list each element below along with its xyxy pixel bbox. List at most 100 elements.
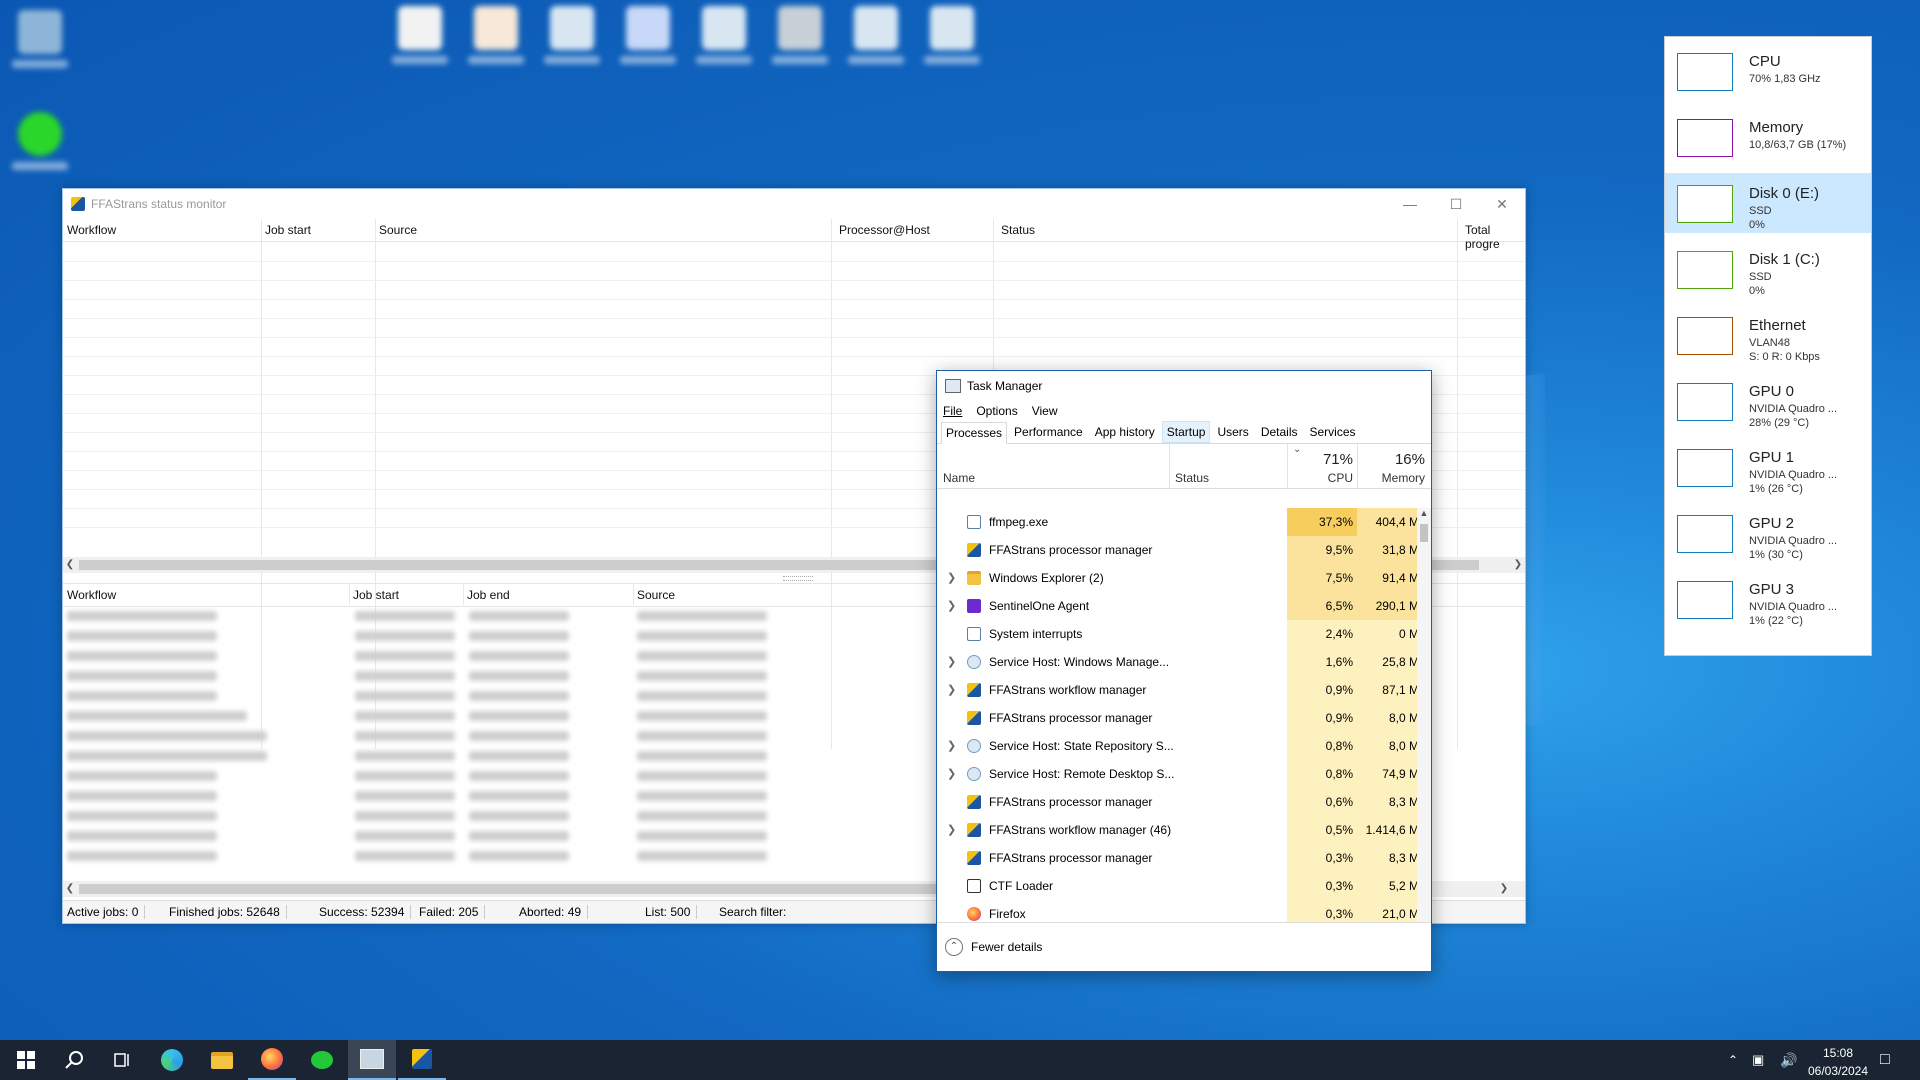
expand-chevron-icon[interactable]: ❯ [947, 683, 956, 696]
close-icon[interactable]: ✕ [1479, 196, 1525, 213]
process-row[interactable]: ffmpeg.exe 37,3% 404,4 MB [937, 508, 1431, 536]
ffastrans-titlebar[interactable]: FFAStrans status monitor — ☐ ✕ [63, 189, 1525, 219]
perf-item-cpu[interactable]: CPU 70% 1,83 GHz [1665, 41, 1871, 101]
perf-item-ethernet[interactable]: Ethernet VLAN48 S: 0 R: 0 Kbps [1665, 305, 1871, 365]
process-row[interactable]: ❯ FFAStrans workflow manager (46) 0,5% 1.41… [937, 816, 1431, 844]
process-row[interactable]: ❯ Service Host: Remote Desktop S... 0,8% 74… [937, 760, 1431, 788]
network-icon[interactable]: ▣ [1752, 1040, 1776, 1080]
col-job-start[interactable]: Job start [261, 223, 311, 237]
desktop-icon-7[interactable] [848, 6, 904, 70]
process-row[interactable]: ❯ Service Host: Windows Manage... 1,6% 25,8… [937, 648, 1431, 676]
task-manager-titlebar[interactable]: Task Manager [937, 371, 1431, 401]
process-row[interactable]: FFAStrans processor manager 9,5% 31,8 MB [937, 536, 1431, 564]
process-row[interactable]: ❯ FFAStrans workflow manager 0,9% 87,1 MB [937, 676, 1431, 704]
perf-item-disk-0-e[interactable]: Disk 0 (E:) SSD 0% [1665, 173, 1871, 233]
taskbar-firefox[interactable] [248, 1040, 296, 1080]
tab-app-history[interactable]: App history [1090, 421, 1160, 443]
process-row[interactable]: Firefox 0,3% 21,0 MB [937, 900, 1431, 922]
scroll-left-icon[interactable]: ❮ [63, 881, 77, 897]
col-workflow[interactable]: Workflow [63, 223, 116, 237]
col-cpu[interactable]: CPU [1317, 471, 1353, 485]
fewer-details-chevron-icon[interactable]: ⌃ [945, 938, 963, 956]
tab-startup[interactable]: Startup [1161, 421, 1211, 443]
col-status[interactable]: Status [997, 223, 1035, 237]
process-row[interactable]: FFAStrans processor manager 0,6% 8,3 MB [937, 788, 1431, 816]
search-button[interactable] [50, 1040, 98, 1080]
perf-item-gpu-3[interactable]: GPU 3 NVIDIA Quadro ... 1% (22 °C) [1665, 569, 1871, 629]
tab-users[interactable]: Users [1212, 421, 1253, 443]
col-source[interactable]: Source [375, 223, 417, 237]
scroll-left-icon[interactable]: ❮ [63, 557, 77, 573]
perf-item-memory[interactable]: Memory 10,8/63,7 GB (17%) [1665, 107, 1871, 167]
tab-details[interactable]: Details [1256, 421, 1303, 443]
desktop-icon-3[interactable] [544, 6, 600, 70]
col-total-progress[interactable]: Total progre [1461, 223, 1525, 251]
process-list-vscroll-thumb[interactable] [1420, 524, 1428, 542]
maximize-icon[interactable]: ☐ [1433, 196, 1479, 213]
taskbar-edge[interactable] [148, 1040, 196, 1080]
splitter-handle[interactable] [783, 576, 813, 581]
desktop-icon-green-app[interactable] [12, 112, 68, 176]
menu-options[interactable]: Options [976, 404, 1017, 418]
tab-services[interactable]: Services [1305, 421, 1361, 443]
scroll-right-icon[interactable]: ❯ [1497, 881, 1511, 897]
bottom-grid-hscroll-thumb[interactable] [79, 884, 939, 894]
expand-chevron-icon[interactable]: ❯ [947, 599, 956, 612]
col-workflow-finished[interactable]: Workflow [63, 588, 116, 602]
minimize-icon[interactable]: — [1387, 196, 1433, 213]
taskbar-task-manager[interactable] [348, 1040, 396, 1080]
tab-performance[interactable]: Performance [1009, 421, 1088, 443]
menu-view[interactable]: View [1032, 404, 1058, 418]
menu-file[interactable]: File [943, 404, 962, 418]
desktop-icon-5[interactable] [696, 6, 752, 70]
process-row[interactable]: FFAStrans processor manager 0,3% 8,3 MB [937, 844, 1431, 872]
desktop-icon-recycle-bin[interactable] [12, 10, 68, 74]
expand-chevron-icon[interactable]: ❯ [947, 655, 956, 668]
perf-item-gpu-2[interactable]: GPU 2 NVIDIA Quadro ... 1% (30 °C) [1665, 503, 1871, 563]
process-name: Service Host: State Repository S... [989, 739, 1174, 753]
taskbar-file-explorer[interactable] [198, 1040, 246, 1080]
perf-item-gpu-1[interactable]: GPU 1 NVIDIA Quadro ... 1% (26 °C) [1665, 437, 1871, 497]
process-cpu: 0,9% [1287, 676, 1357, 704]
perf-graph-thumbnail [1677, 185, 1733, 223]
status-search-filter[interactable]: Search filter: [719, 905, 792, 919]
col-name[interactable]: Name [943, 471, 975, 485]
taskbar-ffastrans[interactable] [398, 1040, 446, 1080]
col-job-start-finished[interactable]: Job start [349, 588, 399, 602]
process-row[interactable]: ❯ Windows Explorer (2) 7,5% 91,4 MB [937, 564, 1431, 592]
perf-item-gpu-0[interactable]: GPU 0 NVIDIA Quadro ... 28% (29 °C) [1665, 371, 1871, 431]
desktop-icon-2[interactable] [468, 6, 524, 70]
col-source-finished[interactable]: Source [633, 588, 675, 602]
tab-processes[interactable]: Processes [941, 422, 1008, 444]
col-job-end-finished[interactable]: Job end [463, 588, 510, 602]
desktop-icon-4[interactable] [620, 6, 676, 70]
col-memory[interactable]: Memory [1367, 471, 1425, 485]
desktop-icon-1[interactable] [392, 6, 448, 70]
fewer-details-button[interactable]: Fewer details [971, 940, 1042, 954]
expand-chevron-icon[interactable]: ❯ [947, 823, 956, 836]
notifications-icon[interactable]: □ [1880, 1040, 1908, 1080]
expand-chevron-icon[interactable]: ❯ [947, 739, 956, 752]
tray-chevron-icon[interactable]: ⌃ [1728, 1040, 1744, 1080]
perf-item-disk-1-c[interactable]: Disk 1 (C:) SSD 0% [1665, 239, 1871, 299]
clock-date: 06/03/2024 [1807, 1064, 1869, 1078]
process-row[interactable]: ❯ SentinelOne Agent 6,5% 290,1 MB [937, 592, 1431, 620]
expand-chevron-icon[interactable]: ❯ [947, 571, 956, 584]
volume-icon[interactable]: 🔊 [1780, 1040, 1804, 1080]
scroll-up-icon[interactable]: ▲ [1417, 508, 1431, 518]
start-button[interactable] [2, 1040, 50, 1080]
process-row[interactable]: CTF Loader 0,3% 5,2 MB [937, 872, 1431, 900]
process-row[interactable]: System interrupts 2,4% 0 MB [937, 620, 1431, 648]
task-view-button[interactable] [98, 1040, 146, 1080]
taskbar-green-app[interactable] [298, 1040, 346, 1080]
clock[interactable]: 15:08 06/03/2024 [1806, 1040, 1870, 1080]
col-status[interactable]: Status [1175, 471, 1209, 485]
scroll-right-icon[interactable]: ❯ [1511, 557, 1525, 573]
process-row[interactable]: ❯ Service Host: State Repository S... 0,8%… [937, 732, 1431, 760]
desktop-icon-6[interactable] [772, 6, 828, 70]
process-row[interactable]: FFAStrans processor manager 0,9% 8,0 MB [937, 704, 1431, 732]
expand-chevron-icon[interactable]: ❯ [947, 767, 956, 780]
col-processor-host[interactable]: Processor@Host [835, 223, 930, 237]
process-list-vscroll[interactable]: ▲ [1417, 508, 1431, 922]
desktop-icon-8[interactable] [924, 6, 980, 70]
